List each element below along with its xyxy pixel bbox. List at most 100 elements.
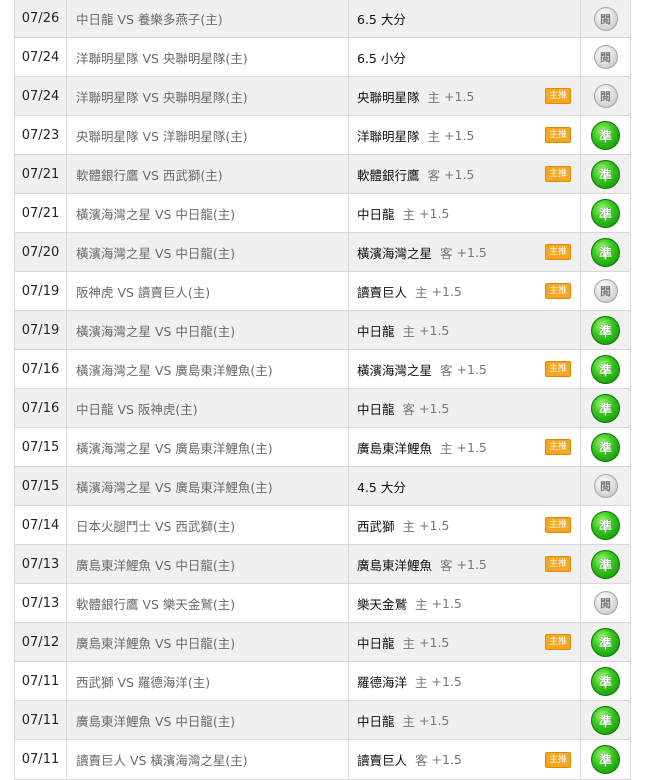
pick-line: +1.5 xyxy=(456,361,487,377)
pick-team: 讀賣巨人 xyxy=(357,284,408,300)
table-row: 07/13 廣島東洋鯉魚 VS 中日龍(主) 廣島東洋鯉魚客 +1.5 主推 準 xyxy=(15,545,630,584)
row-pick: 中日龍主 +1.5 xyxy=(349,194,581,232)
row-match: 軟體銀行鷹 VS 西武獅(主) xyxy=(67,155,349,193)
pick-side: 客 xyxy=(440,245,453,261)
pick-side: 客 xyxy=(415,753,428,768)
row-match: 廣島東洋鯉魚 VS 中日龍(主) xyxy=(67,545,349,583)
row-pick: 軟體銀行鷹客 +1.5 主推 xyxy=(349,155,581,193)
row-match: 廣島東洋鯉魚 VS 中日龍(主) xyxy=(67,623,349,661)
pick-line: +1.5 xyxy=(419,322,450,338)
pick-line: +1.5 xyxy=(456,439,487,455)
pick-line: +1.5 xyxy=(444,166,475,182)
recommend-badge: 主推 xyxy=(545,88,571,104)
pick-side: 客 xyxy=(427,167,441,183)
row-match: 洋聯明星隊 VS 央聯明星隊(主) xyxy=(67,77,349,115)
win-result-icon: 準 xyxy=(591,627,620,657)
win-result-icon: 準 xyxy=(591,120,620,150)
win-result-icon: 準 xyxy=(591,159,620,189)
recommend-badge: 主推 xyxy=(545,283,571,299)
row-pick: 橫濱海灣之星客 +1.5 主推 xyxy=(349,233,581,271)
row-date: 07/15 xyxy=(15,428,67,466)
recommend-badge: 主推 xyxy=(545,634,571,650)
recommend-badge: 主推 xyxy=(545,751,571,768)
row-date: 07/15 xyxy=(15,467,67,505)
table-row: 07/15 橫濱海灣之星 VS 廣島東洋鯉魚(主) 廣島東洋鯉魚主 +1.5 主推 準 xyxy=(15,428,630,467)
row-match: 央聯明星隊 VS 洋聯明星隊(主) xyxy=(67,116,349,154)
pending-result-icon[interactable]: 閱 xyxy=(593,474,618,498)
pending-result-icon[interactable]: 閱 xyxy=(593,6,618,31)
row-match: 橫濱海灣之星 VS 廣島東洋鯉魚(主) xyxy=(67,467,349,505)
win-result-icon: 準 xyxy=(591,510,620,540)
row-result: 準 xyxy=(581,194,630,232)
row-match: 橫濱海灣之星 VS 中日龍(主) xyxy=(67,311,349,349)
row-result: 閱 xyxy=(581,584,630,622)
pick-side: 主 xyxy=(440,440,453,456)
row-pick: 中日龍主 +1.5 xyxy=(349,311,581,349)
row-date: 07/21 xyxy=(15,155,67,193)
pending-result-icon[interactable]: 閱 xyxy=(593,279,618,303)
table-row: 07/24 洋聯明星隊 VS 央聯明星隊(主) 6.5 小分 閱 xyxy=(15,38,630,77)
row-match: 讀賣巨人 VS 橫濱海灣之星(主) xyxy=(67,740,349,779)
row-result: 準 xyxy=(581,506,630,544)
pick-team: 中日龍 xyxy=(357,713,395,729)
pick-line: +1.5 xyxy=(419,400,450,416)
row-date: 07/24 xyxy=(15,77,67,115)
pick-line: +1.5 xyxy=(444,88,475,104)
row-match: 橫濱海灣之星 VS 廣島東洋鯉魚(主) xyxy=(67,350,349,388)
pending-result-icon[interactable]: 閱 xyxy=(593,45,618,69)
pick-side: 主 xyxy=(402,518,416,534)
pending-result-icon[interactable]: 閱 xyxy=(593,591,618,615)
row-date: 07/23 xyxy=(15,116,67,154)
row-result: 準 xyxy=(581,116,630,154)
row-pick: 西武獅主 +1.5 主推 xyxy=(349,506,581,544)
pick-line: +1.5 xyxy=(419,205,450,221)
row-date: 07/21 xyxy=(15,194,67,232)
pick-side: 主 xyxy=(402,206,416,222)
win-result-icon: 準 xyxy=(591,237,620,267)
row-date: 07/20 xyxy=(15,233,67,271)
row-date: 07/11 xyxy=(15,662,67,700)
table-row: 07/20 橫濱海灣之星 VS 中日龍(主) 橫濱海灣之星客 +1.5 主推 準 xyxy=(15,233,630,272)
table-row: 07/19 橫濱海灣之星 VS 中日龍(主) 中日龍主 +1.5 準 xyxy=(15,311,630,350)
pick-side: 主 xyxy=(415,284,428,300)
pick-team: 央聯明星隊 xyxy=(357,89,420,105)
table-row: 07/15 橫濱海灣之星 VS 廣島東洋鯉魚(主) 4.5 大分 閱 xyxy=(15,467,630,506)
row-result: 閱 xyxy=(581,272,630,310)
pick-line: +1.5 xyxy=(431,752,462,767)
row-pick: 樂天金鷲主 +1.5 xyxy=(349,584,581,622)
row-result: 準 xyxy=(581,701,630,739)
row-date: 07/19 xyxy=(15,311,67,349)
row-pick: 廣島東洋鯉魚客 +1.5 主推 xyxy=(349,545,581,583)
row-date: 07/19 xyxy=(15,272,67,310)
row-match: 橫濱海灣之星 VS 廣島東洋鯉魚(主) xyxy=(67,428,349,466)
win-result-icon: 準 xyxy=(591,354,620,384)
row-pick: 橫濱海灣之星客 +1.5 主推 xyxy=(349,350,581,388)
table-row: 07/13 軟體銀行鷹 VS 樂天金鷲(主) 樂天金鷲主 +1.5 閱 xyxy=(15,584,630,623)
row-date: 07/16 xyxy=(15,389,67,427)
row-date: 07/11 xyxy=(15,701,67,739)
win-result-icon: 準 xyxy=(591,393,620,423)
row-date: 07/12 xyxy=(15,623,67,661)
table-row: 07/11 廣島東洋鯉魚 VS 中日龍(主) 中日龍主 +1.5 準 xyxy=(15,701,630,740)
row-result: 準 xyxy=(581,545,630,583)
win-result-icon: 準 xyxy=(591,198,620,228)
row-date: 07/13 xyxy=(15,545,67,583)
pick-side: 主 xyxy=(427,89,441,105)
row-result: 準 xyxy=(581,155,630,193)
row-date: 07/14 xyxy=(15,506,67,544)
pick-line: +1.5 xyxy=(419,634,450,650)
row-date: 07/13 xyxy=(15,584,67,622)
table-row: 07/16 橫濱海灣之星 VS 廣島東洋鯉魚(主) 橫濱海灣之星客 +1.5 主推 準 xyxy=(15,350,630,389)
recommend-badge: 主推 xyxy=(545,361,571,377)
row-match: 軟體銀行鷹 VS 樂天金鷲(主) xyxy=(67,584,349,622)
row-result: 準 xyxy=(581,311,630,349)
row-match: 中日龍 VS 養樂多燕子(主) xyxy=(67,0,349,37)
row-pick: 6.5 大分 xyxy=(349,0,581,37)
pick-team: 西武獅 xyxy=(357,518,395,534)
row-match: 西武獅 VS 羅德海洋(主) xyxy=(67,662,349,700)
table-row: 07/26 中日龍 VS 養樂多燕子(主) 6.5 大分 閱 xyxy=(15,0,630,38)
pending-result-icon[interactable]: 閱 xyxy=(593,84,618,108)
row-result: 閱 xyxy=(581,38,630,76)
row-match: 阪神虎 VS 讀賣巨人(主) xyxy=(67,272,349,310)
win-result-icon: 準 xyxy=(591,549,620,579)
